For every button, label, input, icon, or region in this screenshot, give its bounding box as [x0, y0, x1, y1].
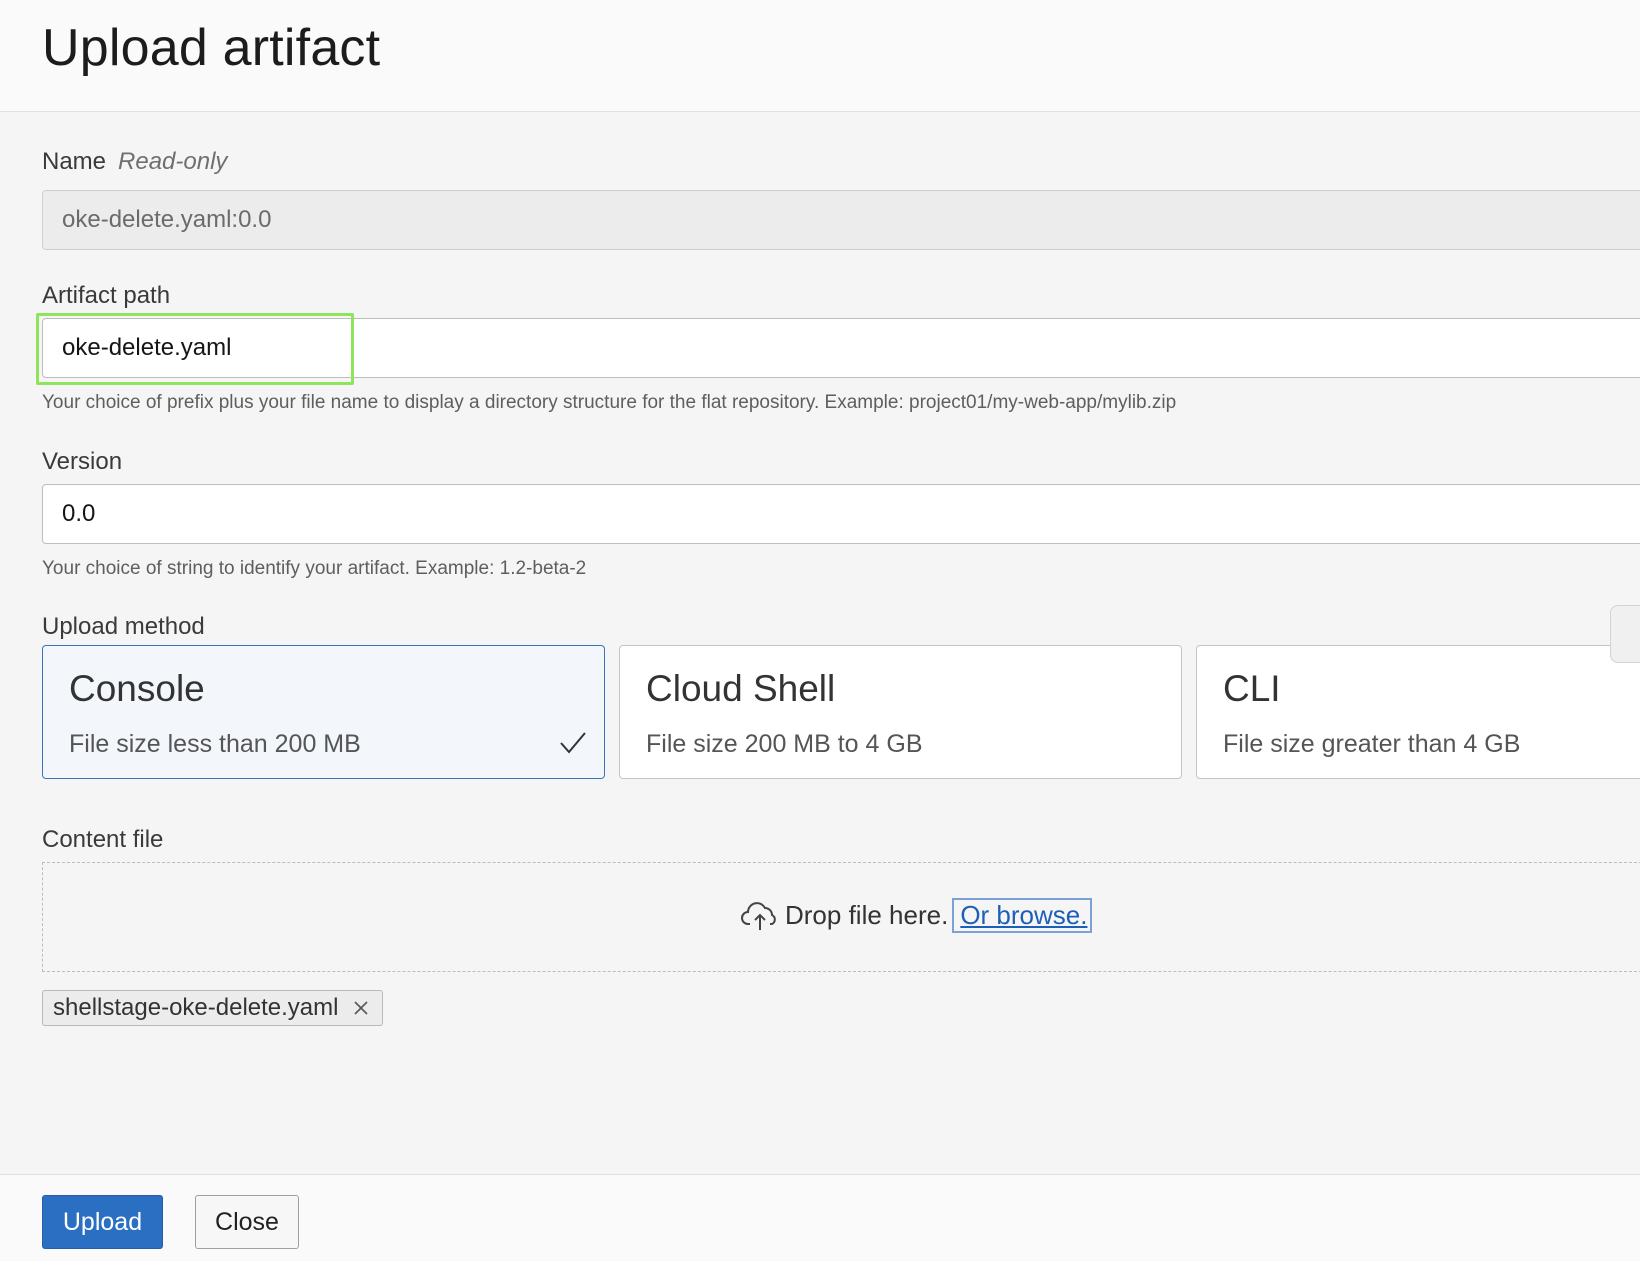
selected-file-chip: shellstage-oke-delete.yaml [42, 990, 384, 1026]
artifact-path-label: Artifact path [42, 282, 171, 309]
selected-file-name: shellstage-oke-delete.yaml [53, 994, 339, 1021]
version-label: Version [42, 448, 123, 475]
upload-method-console[interactable]: Console File size less than 200 MB [42, 645, 605, 779]
close-button[interactable]: Close [195, 1195, 299, 1249]
option-title: Console [69, 668, 205, 709]
upload-method-cli[interactable]: CLI File size greater than 4 GB [1196, 645, 1640, 779]
cloud-upload-icon [741, 902, 776, 930]
drop-text: Drop file here. [785, 899, 949, 930]
artifact-path-help: Your choice of prefix plus your file nam… [42, 392, 1177, 413]
option-title: CLI [1223, 668, 1281, 709]
browse-link[interactable]: Or browse. [952, 897, 1093, 933]
side-panel-tab[interactable] [1610, 605, 1640, 663]
version-help: Your choice of string to identify your a… [42, 558, 587, 579]
name-field: oke-delete.yaml:0.0 [42, 190, 1640, 250]
name-label: Name Read-only [42, 148, 227, 176]
option-title: Cloud Shell [646, 668, 836, 709]
content-file-label: Content file [42, 826, 164, 853]
name-label-text: Name [42, 148, 107, 175]
upload-method-label: Upload method [42, 613, 205, 640]
dialog-header: Upload artifact [0, 0, 1640, 112]
read-only-tag: Read-only [118, 148, 228, 175]
file-drop-zone[interactable]: Drop file here. Or browse. [42, 862, 1640, 972]
page-title: Upload artifact [42, 19, 381, 77]
artifact-path-input[interactable] [42, 318, 1640, 378]
version-input[interactable] [42, 484, 1640, 544]
dialog-footer: Upload Close [0, 1174, 1640, 1261]
upload-button[interactable]: Upload [42, 1195, 163, 1249]
close-icon[interactable] [352, 999, 370, 1017]
option-subtitle: File size greater than 4 GB [1223, 730, 1521, 758]
option-subtitle: File size less than 200 MB [69, 730, 361, 758]
option-subtitle: File size 200 MB to 4 GB [646, 730, 923, 758]
upload-method-cloud-shell[interactable]: Cloud Shell File size 200 MB to 4 GB [619, 645, 1182, 779]
checkmark-icon [560, 732, 586, 754]
drop-prompt: Drop file here. Or browse. [741, 897, 1093, 933]
